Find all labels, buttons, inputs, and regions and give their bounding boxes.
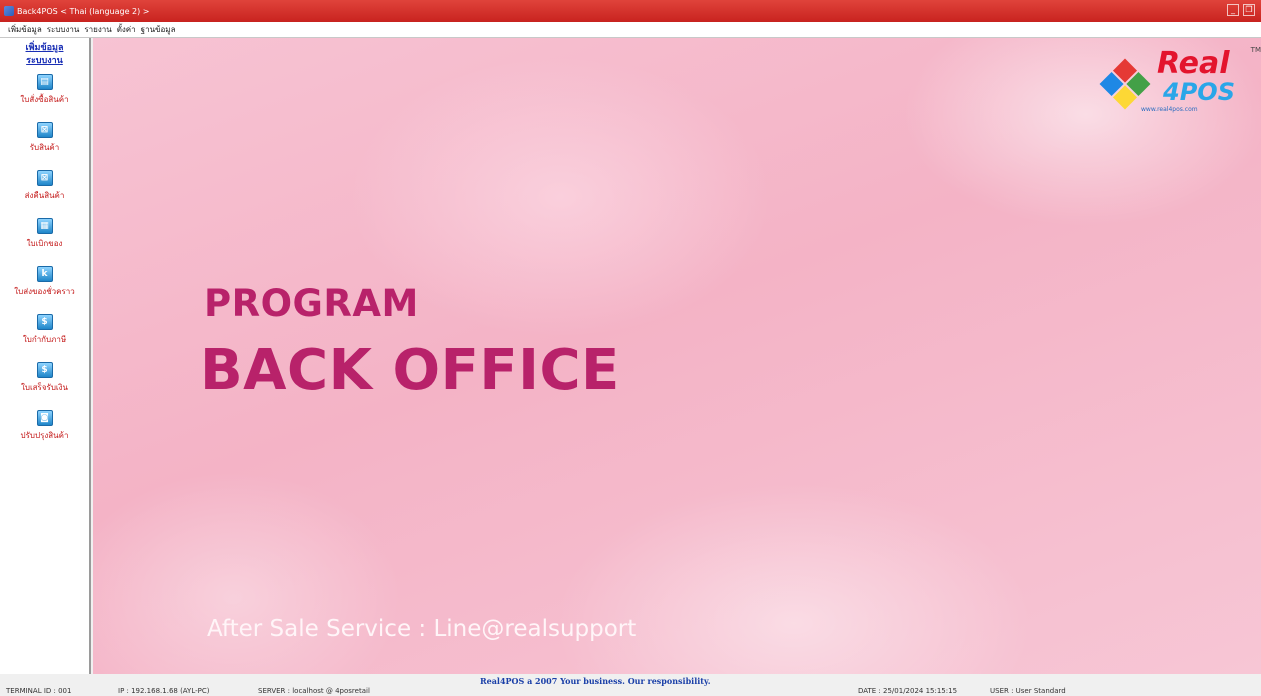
- status-bar: Real4POS a 2007 Your business. Our respo…: [0, 674, 1261, 696]
- app-icon: [4, 6, 14, 16]
- minimize-icon[interactable]: _: [1227, 4, 1239, 16]
- tax-invoice-icon: $: [36, 314, 53, 330]
- sidebar-item-label: ใบสั่งซื้อสินค้า: [20, 95, 69, 104]
- logo-url: www.real4pos.com: [1141, 106, 1198, 113]
- sidebar-item-label: ใบเสร็จรับเงิน: [20, 383, 69, 392]
- menu-item-reports[interactable]: รายงาน: [84, 23, 111, 36]
- sidebar-item-label: ใบส่งของชั่วคราว: [14, 287, 75, 296]
- sidebar-item[interactable]: ⊠ ส่งคืนสินค้า: [0, 166, 89, 212]
- sidebar-item[interactable]: k ใบส่งของชั่วคราว: [0, 262, 89, 308]
- status-slogan: Real4POS a 2007 Your business. Our respo…: [480, 676, 711, 686]
- sidebar-item-label: รับสินค้า: [29, 143, 60, 152]
- window-controls: _ ❐: [1227, 4, 1255, 16]
- after-sale-service: After Sale Service : Line@realsupport: [207, 616, 637, 642]
- receive-box-icon: ⊠: [36, 122, 53, 138]
- restore-icon[interactable]: ❐: [1243, 4, 1255, 16]
- sidebar-item[interactable]: ▦ ใบเบิกของ: [0, 214, 89, 260]
- window-title: Back4POS < Thai (language 2) >: [17, 6, 150, 16]
- sidebar-item[interactable]: ▤ ใบสั่งซื้อสินค้า: [0, 70, 89, 116]
- delivery-icon: k: [36, 266, 53, 282]
- sidebar-item[interactable]: $ ใบเสร็จรับเงิน: [0, 358, 89, 404]
- logo-diamond-icon: [1099, 58, 1151, 110]
- real4pos-logo: Real TM 4POS www.real4pos.com: [1089, 46, 1261, 120]
- sidebar-item[interactable]: ◙ ปรับปรุงสินค้า: [0, 406, 89, 452]
- banner-back-office: BACK OFFICE: [200, 338, 620, 403]
- sidebar: เพิ่มข้อมูล ระบบงาน ▤ ใบสั่งซื้อสินค้า ⊠ รั…: [0, 38, 91, 674]
- sidebar-link-add-data[interactable]: เพิ่มข้อมูล: [0, 42, 89, 55]
- logo-trademark: TM: [1250, 46, 1261, 54]
- main-banner: Real TM 4POS www.real4pos.com PROGRAM BA…: [93, 38, 1261, 674]
- sidebar-item-label: ใบกำกับภาษี: [22, 335, 67, 344]
- sidebar-item-label: ปรับปรุงสินค้า: [20, 431, 69, 440]
- receipt-icon: $: [36, 362, 53, 378]
- menu-item-add-data[interactable]: เพิ่มข้อมูล: [8, 23, 42, 36]
- menu-bar: เพิ่มข้อมูล ระบบงาน รายงาน ตั้งค่า ฐานข้…: [0, 22, 1261, 38]
- sidebar-item[interactable]: ⊠ รับสินค้า: [0, 118, 89, 164]
- sidebar-link-system[interactable]: ระบบงาน: [0, 55, 89, 68]
- menu-item-database[interactable]: ฐานข้อมูล: [141, 23, 176, 36]
- status-ip: IP : 192.168.1.68 (AYL-PC): [118, 687, 210, 695]
- window-titlebar: Back4POS < Thai (language 2) > _ ❐: [0, 0, 1261, 22]
- document-icon: ▤: [36, 74, 53, 90]
- status-user: USER : User Standard: [990, 687, 1066, 695]
- status-terminal: TERMINAL ID : 001: [6, 687, 72, 695]
- banner-program: PROGRAM: [204, 282, 419, 325]
- sidebar-item[interactable]: $ ใบกำกับภาษี: [0, 310, 89, 356]
- menu-item-system[interactable]: ระบบงาน: [47, 23, 80, 36]
- logo-word-4pos: 4POS: [1163, 78, 1235, 106]
- sidebar-heading: เพิ่มข้อมูล ระบบงาน: [0, 42, 89, 68]
- adjust-stock-icon: ◙: [36, 410, 53, 426]
- return-box-icon: ⊠: [36, 170, 53, 186]
- status-server: SERVER : localhost @ 4posretail: [258, 687, 370, 695]
- requisition-icon: ▦: [36, 218, 53, 234]
- menu-item-settings[interactable]: ตั้งค่า: [117, 23, 136, 36]
- logo-word-real: Real: [1157, 46, 1230, 81]
- sidebar-item-label: ส่งคืนสินค้า: [24, 191, 65, 200]
- status-date: DATE : 25/01/2024 15:15:15: [858, 687, 958, 695]
- sidebar-item-label: ใบเบิกของ: [26, 239, 63, 248]
